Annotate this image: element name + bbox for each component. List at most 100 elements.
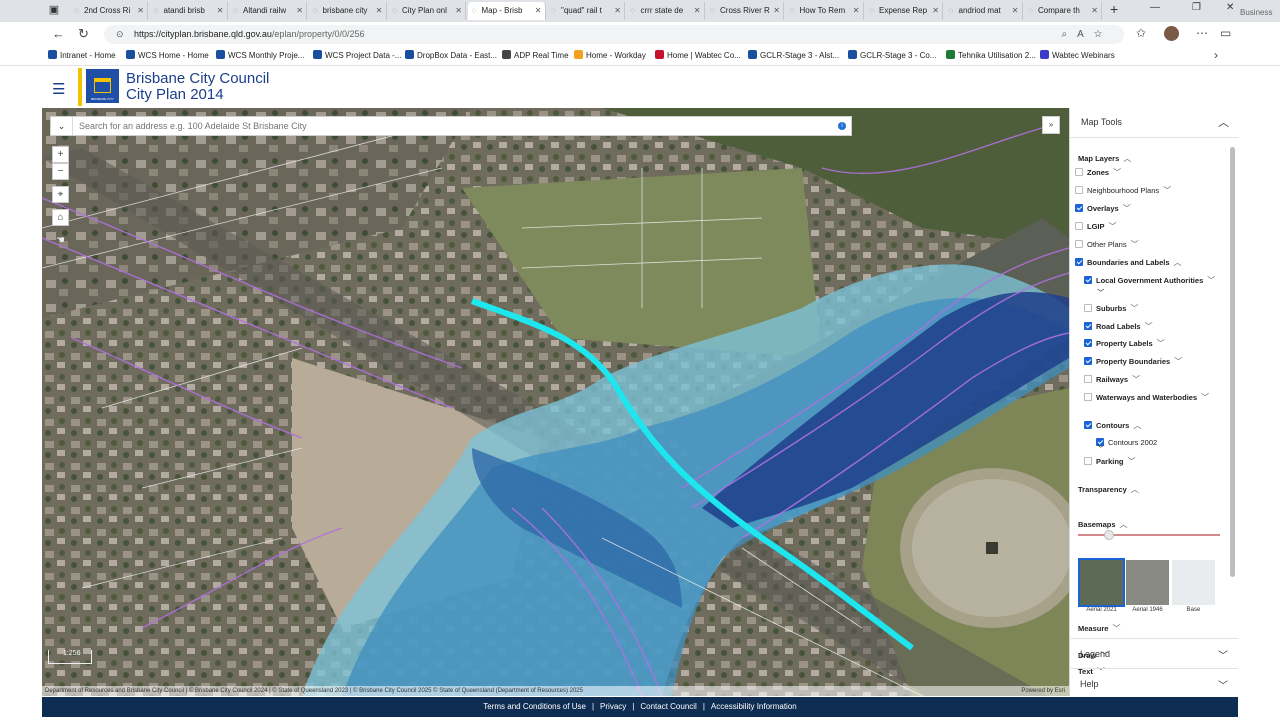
bookmark-item[interactable]: WCS Home - Home — [126, 50, 209, 60]
bookmark-item[interactable]: Home | Wabtec Co... — [655, 50, 741, 60]
layer-checkbox[interactable] — [1084, 339, 1092, 347]
expand-panel-icon[interactable]: » — [1042, 116, 1060, 134]
browser-tab[interactable]: ◌ crrr state de ✕ — [627, 2, 705, 20]
layer-item[interactable]: Road Labels ﹀ — [1084, 321, 1153, 332]
bookmark-item[interactable]: ADP Real Time — [502, 50, 569, 60]
bookmark-item[interactable]: GCLR-Stage 3 - Alst... — [748, 50, 839, 60]
layer-checkbox[interactable] — [1084, 304, 1092, 312]
layer-item[interactable]: Contours 2002 — [1096, 438, 1157, 447]
chevron-down-icon[interactable]: ﹀ — [1113, 168, 1121, 177]
tab-close-icon[interactable]: ✕ — [932, 2, 939, 20]
chevron-down-icon[interactable]: ﹀ — [1157, 339, 1165, 348]
tab-close-icon[interactable]: ✕ — [1091, 2, 1098, 20]
tab-close-icon[interactable]: ✕ — [614, 2, 621, 20]
basemaps-section[interactable]: Basemaps ︿ — [1078, 519, 1128, 530]
layer-checkbox[interactable] — [1075, 222, 1083, 230]
site-info-icon[interactable]: ⊙ — [116, 25, 124, 44]
layer-checkbox[interactable] — [1075, 168, 1083, 176]
tab-close-icon[interactable]: ✕ — [1012, 2, 1019, 20]
chevron-down-icon[interactable]: ﹀ — [1109, 222, 1117, 231]
transparency-slider-thumb[interactable] — [1104, 530, 1115, 540]
footer-link[interactable]: Accessibility Information — [711, 702, 797, 711]
browser-tab[interactable]: ◌ Expense Rep ✕ — [865, 2, 943, 20]
back-icon[interactable]: ← — [52, 26, 65, 41]
address-search[interactable]: ⌄ i — [50, 116, 852, 136]
chevron-down-icon[interactable]: ﹀ — [1130, 304, 1138, 313]
browser-tab[interactable]: ◌ 2nd Cross Ri ✕ — [70, 2, 148, 20]
chevron-down-icon[interactable]: ﹀ — [1128, 457, 1136, 466]
panel-scrollbar[interactable] — [1230, 147, 1235, 577]
basemap-option[interactable]: Aerial 1946 — [1126, 560, 1169, 613]
tab-close-icon[interactable]: ✕ — [455, 2, 462, 20]
read-aloud-icon[interactable]: A — [1077, 29, 1094, 40]
layer-checkbox[interactable] — [1084, 357, 1092, 365]
layer-item[interactable]: Parking ﹀ — [1084, 456, 1136, 467]
help-section[interactable]: Help ﹀ — [1069, 668, 1238, 698]
browser-tab[interactable]: ◌ Altandi railw ✕ — [229, 2, 307, 20]
sidebar-icon[interactable]: ▭ — [1220, 26, 1231, 40]
search-dropdown-chevron-icon[interactable]: ⌄ — [51, 117, 73, 135]
tab-close-icon[interactable]: ✕ — [137, 2, 144, 20]
chevron-down-icon[interactable]: ﹀ — [1201, 393, 1209, 402]
tab-close-icon[interactable]: ✕ — [217, 2, 224, 20]
layer-item[interactable]: Other Plans ﹀ — [1075, 239, 1139, 250]
tab-close-icon[interactable]: ✕ — [535, 2, 542, 20]
chevron-down-icon[interactable]: ﹀ — [1123, 204, 1131, 213]
basemap-thumbnail[interactable] — [1172, 560, 1215, 605]
tab-close-icon[interactable]: ✕ — [376, 2, 383, 20]
layer-item[interactable]: Suburbs ﹀ — [1084, 303, 1138, 314]
basemap-thumbnail[interactable] — [1126, 560, 1169, 605]
chevron-down-icon[interactable]: ﹀ — [1218, 647, 1228, 662]
avatar[interactable] — [1164, 26, 1179, 41]
chevron-down-icon[interactable]: ﹀ — [1132, 375, 1140, 384]
menu-dots-icon[interactable]: ⋯ — [1196, 26, 1208, 40]
refresh-icon[interactable]: ↻ — [78, 26, 89, 42]
layer-checkbox[interactable] — [1084, 322, 1092, 330]
home-icon[interactable]: ⌂ — [52, 209, 69, 226]
layer-item[interactable]: Railways ﹀ — [1084, 374, 1140, 385]
council-logo[interactable]: BRISBANE CITY — [86, 69, 119, 103]
collapse-chevron-icon[interactable]: ︿ — [1218, 114, 1229, 130]
layer-checkbox[interactable] — [1075, 258, 1083, 266]
map-tools-header[interactable]: Map Tools ︿ — [1070, 108, 1239, 138]
hamburger-menu-icon[interactable]: ☰ — [52, 80, 65, 98]
measure-section[interactable]: Measure ﹀ — [1078, 623, 1120, 634]
zoom-out-button[interactable]: − — [52, 163, 69, 180]
tab-close-icon[interactable]: ✕ — [694, 2, 701, 20]
browser-tab[interactable]: ◌ Compare th ✕ — [1024, 2, 1102, 20]
basemap-option[interactable]: Aerial 2021 — [1078, 558, 1125, 613]
transparency-slider[interactable] — [1078, 534, 1220, 536]
layer-checkbox[interactable] — [1084, 457, 1092, 465]
layer-checkbox[interactable] — [1084, 276, 1092, 284]
tab-actions-icon[interactable]: ▣ — [44, 2, 64, 18]
minimize-icon[interactable]: — — [1150, 2, 1160, 13]
tab-close-icon[interactable]: ✕ — [773, 2, 780, 20]
search-input[interactable] — [79, 118, 819, 134]
chevron-down-icon[interactable]: ﹀ — [1145, 322, 1153, 331]
bookmark-item[interactable]: Wabtec Webinars — [1040, 50, 1115, 60]
layer-item[interactable]: Property Boundaries ﹀ — [1084, 356, 1182, 367]
bookmark-item[interactable]: Tehnika Utilisation 2... — [946, 50, 1036, 60]
chevron-down-icon[interactable]: ﹀ — [1174, 357, 1182, 366]
bookmark-item[interactable]: Intranet - Home — [48, 50, 116, 60]
layer-checkbox[interactable] — [1084, 375, 1092, 383]
layer-checkbox[interactable] — [1075, 240, 1083, 248]
layer-item[interactable]: Property Labels ﹀ — [1084, 338, 1165, 349]
browser-tab[interactable]: ◌ Map - Brisb ✕ — [467, 2, 546, 20]
layer-item[interactable]: Local Government Authorities ﹀ — [1084, 275, 1215, 286]
maximize-icon[interactable]: ❐ — [1192, 2, 1201, 13]
chevron-down-icon[interactable]: ﹀ — [1131, 240, 1139, 249]
chevron-up-icon[interactable]: ︿ — [1133, 421, 1141, 430]
chevron-up-icon[interactable]: ︿ — [1174, 258, 1182, 267]
layer-item[interactable]: Contours ︿ — [1084, 420, 1141, 431]
chevron-down-icon[interactable]: ﹀ — [1097, 443, 1105, 454]
footer-link[interactable]: Contact Council — [640, 702, 696, 711]
layer-item[interactable]: Overlays ﹀ — [1075, 203, 1131, 214]
tab-close-icon[interactable]: ✕ — [296, 2, 303, 20]
transparency-section[interactable]: Transparency ︿ — [1078, 484, 1139, 495]
basemap-thumbnail[interactable] — [1078, 558, 1125, 607]
map-view[interactable]: ⌄ i » + − ⌖ ⌂ ☚ 1:256 Department of Reso… — [42, 108, 1069, 696]
page-title[interactable]: Brisbane City Council City Plan 2014 — [126, 71, 269, 103]
layer-checkbox[interactable] — [1084, 393, 1092, 401]
close-window-icon[interactable]: ✕ — [1226, 2, 1234, 13]
